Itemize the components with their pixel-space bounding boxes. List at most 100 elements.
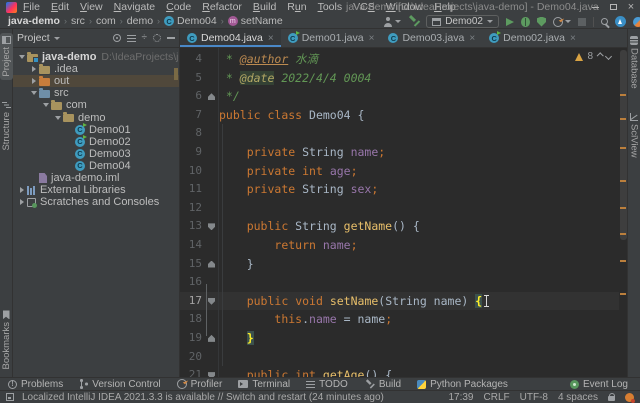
expand-collapse-icon[interactable]: ÷ — [142, 33, 148, 43]
toolwindow-button-todo[interactable]: TODO — [306, 379, 348, 390]
indent-widget[interactable]: 4 spaces — [558, 392, 598, 403]
tool-button-database[interactable]: Database — [628, 33, 640, 92]
stop-button[interactable] — [578, 17, 586, 26]
breadcrumb-item-demo[interactable]: demo — [127, 15, 153, 27]
breadcrumb-item-setname[interactable]: m setName — [227, 15, 283, 27]
collapse-all-icon[interactable] — [126, 34, 136, 42]
code-line-14[interactable]: return name; — [219, 236, 619, 255]
tree-chevron-icon[interactable] — [29, 91, 39, 96]
menu-build[interactable]: Build — [253, 1, 276, 13]
tab-demo04-java[interactable]: C Demo04.java × — [180, 29, 281, 47]
tree-item-demo03[interactable]: C Demo03 — [13, 148, 179, 160]
breadcrumb-item-java-demo[interactable]: java-demo — [8, 15, 60, 27]
code-editor[interactable]: 4 5 6 7 8 9 10 11 12 13 14 15 16 17 18 19 20 21 * @author… — [180, 48, 627, 377]
code-line-19[interactable]: } — [219, 329, 619, 348]
tree-item-demo01[interactable]: C Demo01 — [13, 122, 179, 136]
line-separator-widget[interactable]: CRLF — [484, 392, 510, 403]
toolwindow-button-problems[interactable]: ! Problems — [8, 379, 63, 390]
tree-chevron-icon[interactable] — [17, 199, 27, 206]
menu-view[interactable]: View — [80, 1, 103, 13]
tree-item-java-demo[interactable]: java-demo D:\IdeaProjects\java-demo — [13, 51, 179, 63]
toolwindow-button-terminal[interactable]: Terminal — [238, 379, 290, 390]
tree-item-scratches-and-consoles[interactable]: Scratches and Consoles — [13, 196, 179, 208]
code-line-16[interactable] — [219, 273, 619, 292]
ide-update-button[interactable] — [615, 16, 626, 27]
tab-close-icon[interactable]: × — [469, 33, 475, 44]
code-line-20[interactable] — [219, 348, 619, 367]
tab-demo01-java[interactable]: C Demo01.java × — [281, 29, 382, 47]
breadcrumb-item-demo04[interactable]: C Demo04 — [164, 15, 217, 27]
tree-item-demo04[interactable]: C Demo04 — [13, 160, 179, 172]
tree-item--idea[interactable]: .idea — [13, 63, 179, 75]
tree-item-java-demo-iml[interactable]: java-demo.iml — [13, 172, 179, 184]
tool-button-structure[interactable]: Structure — [0, 98, 13, 154]
tab-close-icon[interactable]: × — [570, 33, 576, 44]
code-content[interactable]: * @author 水滴 * @date 2022/4/4 0004 */ pub… — [219, 50, 619, 377]
coverage-button[interactable] — [537, 16, 546, 27]
notifications-icon[interactable] — [625, 392, 635, 403]
editor-scrollbar[interactable] — [619, 48, 627, 377]
toolwindow-switcher-icon[interactable] — [6, 393, 14, 401]
scrollbar-thumb[interactable] — [620, 50, 627, 240]
tree-item-external-libraries[interactable]: External Libraries — [13, 184, 179, 196]
code-line-12[interactable] — [219, 199, 619, 218]
tree-chevron-icon[interactable] — [17, 187, 27, 194]
lock-icon[interactable] — [608, 393, 615, 401]
clock-widget[interactable]: 17:39 — [448, 392, 473, 403]
code-line-11[interactable]: private String sex; — [219, 180, 619, 199]
menu-refactor[interactable]: Refactor — [202, 1, 242, 13]
status-message[interactable]: Localized IntelliJ IDEA 2021.3.3 is avai… — [22, 392, 384, 403]
debug-button[interactable] — [521, 16, 530, 27]
maximize-button[interactable] — [604, 0, 622, 14]
code-line-9[interactable]: private String name; — [219, 143, 619, 162]
hide-panel-icon[interactable] — [167, 37, 175, 39]
tree-chevron-icon[interactable] — [29, 66, 39, 73]
search-everywhere-button[interactable] — [601, 18, 608, 25]
code-line-10[interactable]: private int age; — [219, 162, 619, 181]
menu-file[interactable]: File — [23, 1, 40, 13]
profiler-button[interactable] — [553, 16, 571, 27]
toolwindow-button-profiler[interactable]: Profiler — [176, 379, 222, 390]
menu-run[interactable]: Run — [287, 1, 306, 13]
run-button[interactable] — [506, 17, 514, 26]
toolwindow-button-event-log[interactable]: Event Log — [569, 379, 628, 390]
toolwindow-button-build[interactable]: Build — [364, 379, 401, 390]
run-configuration-select[interactable]: Demo02 — [426, 15, 499, 28]
code-line-15[interactable]: } — [219, 255, 619, 274]
code-line-5[interactable]: * @date 2022/4/4 0004 — [219, 69, 619, 88]
code-line-17[interactable]: public void setName(String name) { — [219, 292, 619, 311]
toolwindow-button-python-packages[interactable]: Python Packages — [417, 379, 508, 390]
select-opened-file-icon[interactable] — [112, 34, 121, 42]
fold-up-icon[interactable] — [208, 334, 215, 342]
tree-chevron-icon[interactable] — [53, 115, 63, 120]
close-button[interactable]: × — [622, 0, 640, 14]
inspection-widget[interactable]: 8 — [575, 51, 613, 62]
breadcrumb-item-src[interactable]: src — [71, 15, 85, 27]
build-project-button[interactable] — [408, 16, 419, 27]
code-line-6[interactable]: */ — [219, 87, 619, 106]
gear-icon[interactable] — [153, 34, 161, 42]
menu-tools[interactable]: Tools — [318, 1, 343, 13]
tree-item-demo[interactable]: demo — [13, 111, 179, 124]
tab-close-icon[interactable]: × — [268, 33, 274, 44]
tool-button-project[interactable]: Project — [0, 33, 13, 80]
tab-demo02-java[interactable]: C Demo02.java × — [482, 29, 583, 47]
tree-item-out[interactable]: out — [13, 75, 179, 88]
fold-down-icon[interactable] — [208, 223, 215, 231]
menu-navigate[interactable]: Navigate — [114, 1, 155, 13]
code-line-4[interactable]: * @author 水滴 — [219, 50, 619, 69]
menu-code[interactable]: Code — [166, 1, 191, 13]
tool-button-bookmarks[interactable]: Bookmarks — [0, 307, 13, 373]
tab-close-icon[interactable]: × — [369, 33, 375, 44]
menu-edit[interactable]: Edit — [51, 1, 69, 13]
tree-item-demo02[interactable]: C Demo02 — [13, 134, 179, 148]
tree-item-src[interactable]: src — [13, 87, 179, 99]
code-line-13[interactable]: public String getName() { — [219, 217, 619, 236]
prev-issue-icon[interactable] — [596, 52, 604, 60]
tool-button-sciview[interactable]: SciView — [628, 110, 640, 161]
fold-down-icon[interactable] — [208, 297, 215, 305]
fold-down-icon[interactable] — [208, 372, 215, 377]
minimize-button[interactable] — [586, 0, 604, 14]
profile-menu-button[interactable] — [383, 16, 402, 27]
code-line-21[interactable]: public int getAge() { — [219, 366, 619, 377]
